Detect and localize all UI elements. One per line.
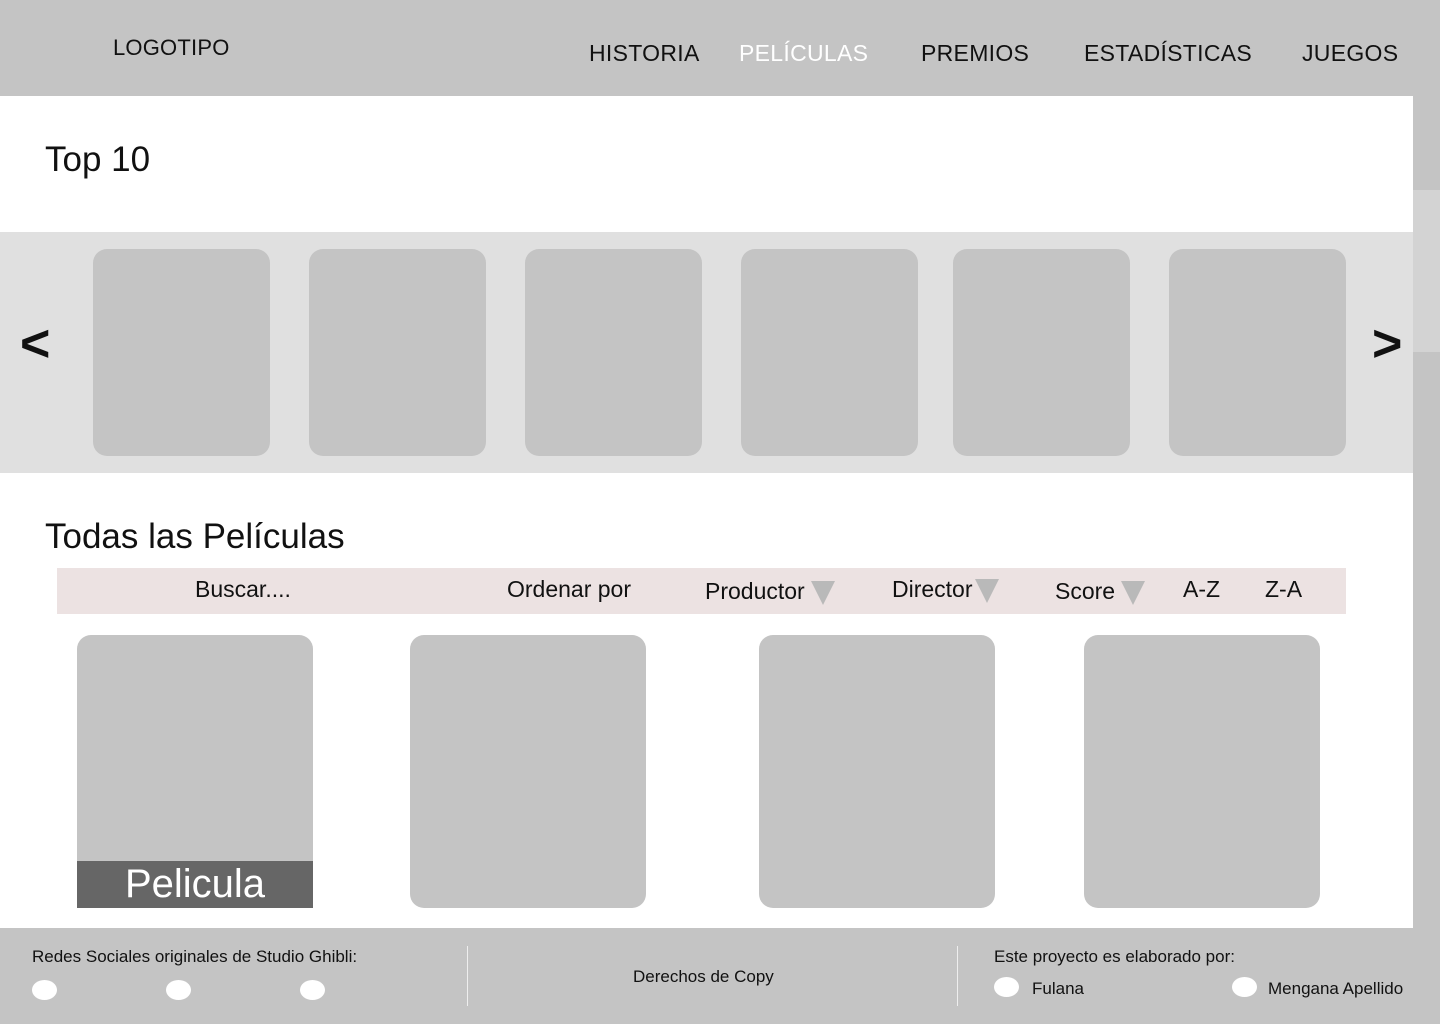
author-avatar-icon[interactable] [994, 977, 1019, 997]
nav-estadisticas[interactable]: ESTADÍSTICAS [1084, 40, 1252, 67]
search-input[interactable]: Buscar.... [195, 576, 291, 603]
film-card[interactable] [410, 635, 646, 908]
nav-premios[interactable]: PREMIOS [921, 40, 1029, 67]
credits-label: Este proyecto es elaborado por: [994, 947, 1235, 966]
filter-productor-dropdown[interactable]: Productor [705, 578, 835, 605]
filter-bar: Buscar.... Ordenar por Productor Directo… [57, 568, 1346, 614]
film-card[interactable]: Pelicula [77, 635, 313, 908]
carousel-next-button[interactable]: > [1372, 318, 1402, 370]
social-icon[interactable] [32, 980, 57, 1000]
carousel-card[interactable] [741, 249, 918, 456]
chevron-down-icon [810, 580, 835, 605]
author-avatar-icon[interactable] [1232, 977, 1257, 997]
nav-peliculas[interactable]: PELÍCULAS [739, 40, 868, 67]
carousel-card[interactable] [953, 249, 1130, 456]
logo[interactable]: LOGOTIPO [113, 35, 230, 61]
top10-title: Top 10 [45, 140, 151, 179]
footer-divider [957, 946, 958, 1006]
all-films-title: Todas las Películas [45, 517, 345, 556]
sort-label: Ordenar por [507, 576, 632, 602]
scrollbar-thumb[interactable] [1413, 190, 1440, 352]
film-card-caption: Pelicula [77, 861, 313, 908]
filter-score-label: Score [1055, 578, 1116, 604]
footer-divider [467, 946, 468, 1006]
social-label: Redes Sociales originales de Studio Ghib… [32, 947, 358, 966]
top10-carousel: < > [0, 232, 1413, 473]
sort-az-button[interactable]: A-Z [1183, 576, 1220, 603]
social-icon[interactable] [300, 980, 325, 1000]
carousel-card[interactable] [1169, 249, 1346, 456]
author-name[interactable]: Mengana Apellido [1268, 979, 1403, 999]
filter-director-dropdown[interactable]: Director [892, 576, 999, 603]
nav-historia[interactable]: HISTORIA [589, 40, 700, 67]
carousel-card[interactable] [525, 249, 702, 456]
nav-juegos[interactable]: JUEGOS [1302, 40, 1398, 67]
filter-director-label: Director [892, 576, 973, 602]
header: LOGOTIPO HISTORIA PELÍCULAS PREMIOS ESTA… [0, 0, 1440, 96]
filter-productor-label: Productor [705, 578, 805, 604]
film-card[interactable] [759, 635, 995, 908]
carousel-card[interactable] [309, 249, 486, 456]
copyright-text: Derechos de Copy [633, 967, 774, 986]
footer: Redes Sociales originales de Studio Ghib… [0, 928, 1440, 1024]
author-name[interactable]: Fulana [1032, 979, 1084, 999]
sort-za-button[interactable]: Z-A [1265, 576, 1302, 603]
chevron-down-icon [974, 578, 999, 603]
social-icon[interactable] [166, 980, 191, 1000]
filter-score-dropdown[interactable]: Score [1055, 578, 1146, 605]
chevron-down-icon [1121, 580, 1146, 605]
carousel-prev-button[interactable]: < [20, 318, 50, 370]
film-card[interactable] [1084, 635, 1320, 908]
carousel-card[interactable] [93, 249, 270, 456]
